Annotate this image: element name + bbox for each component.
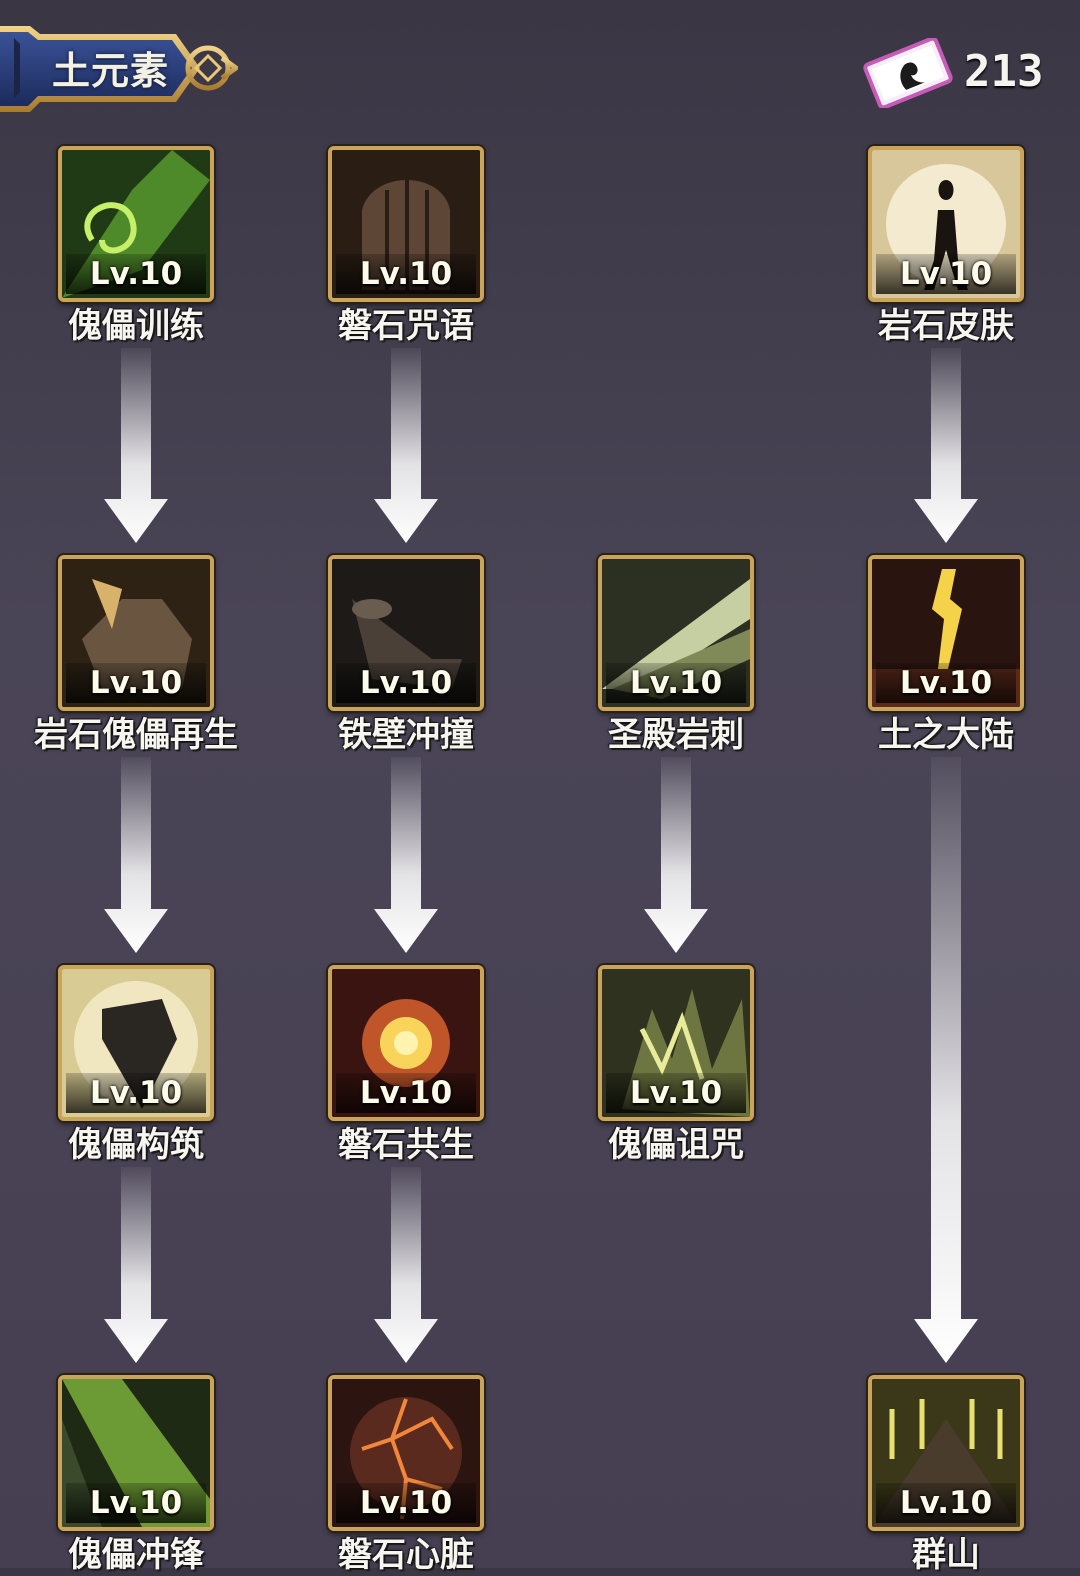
- skill-name-label: 岩石皮肤: [878, 306, 1014, 346]
- prerequisite-arrow: [104, 348, 168, 543]
- skill-level-label: Lv.10: [606, 663, 746, 703]
- skill-scroll-icon: [863, 38, 953, 108]
- skill-node-golem-curse[interactable]: Lv.10 傀儡诅咒: [598, 965, 754, 1165]
- skill-level-label: Lv.10: [876, 663, 1016, 703]
- skill-node-golem-construct[interactable]: Lv.10 傀儡构筑: [58, 965, 214, 1165]
- skill-icon-frame[interactable]: Lv.10: [598, 555, 754, 711]
- skill-icon-frame[interactable]: Lv.10: [58, 555, 214, 711]
- skill-name-label: 岩石傀儡再生: [34, 715, 238, 755]
- prerequisite-arrow: [104, 757, 168, 953]
- skill-name-label: 磐石共生: [338, 1125, 474, 1165]
- prerequisite-arrow: [374, 1167, 438, 1363]
- skill-name-label: 磐石咒语: [338, 306, 474, 346]
- skill-node-boulder-symbiosis[interactable]: Lv.10 磐石共生: [328, 965, 484, 1165]
- skill-level-label: Lv.10: [66, 663, 206, 703]
- skill-icon-frame[interactable]: Lv.10: [328, 555, 484, 711]
- prerequisite-arrow: [644, 757, 708, 953]
- skill-name-label: 圣殿岩刺: [608, 715, 744, 755]
- skill-icon-frame[interactable]: Lv.10: [598, 965, 754, 1121]
- skill-icon-frame[interactable]: Lv.10: [328, 965, 484, 1121]
- skill-level-label: Lv.10: [66, 254, 206, 294]
- skill-icon-frame[interactable]: Lv.10: [868, 1375, 1024, 1531]
- skill-name-label: 群山: [912, 1535, 980, 1575]
- skill-icon-frame[interactable]: Lv.10: [328, 146, 484, 302]
- skill-node-mountains[interactable]: Lv.10 群山: [868, 1375, 1024, 1575]
- skill-icon-frame[interactable]: Lv.10: [58, 965, 214, 1121]
- skill-node-boulder-chant[interactable]: Lv.10 磐石咒语: [328, 146, 484, 346]
- skill-name-label: 傀儡冲锋: [68, 1535, 204, 1575]
- skill-icon-frame[interactable]: Lv.10: [58, 1375, 214, 1531]
- skill-name-label: 傀儡训练: [68, 306, 204, 346]
- skill-name-label: 铁壁冲撞: [338, 715, 474, 755]
- skill-level-label: Lv.10: [336, 1073, 476, 1113]
- skill-node-golem-charge[interactable]: Lv.10 傀儡冲锋: [58, 1375, 214, 1575]
- skill-level-label: Lv.10: [606, 1073, 746, 1113]
- skill-name-label: 磐石心脏: [338, 1535, 474, 1575]
- category-title: 土元素: [52, 49, 170, 93]
- prerequisite-arrow: [104, 1167, 168, 1363]
- skill-node-rock-golem-regen[interactable]: Lv.10 岩石傀儡再生: [34, 555, 238, 755]
- skill-name-label: 土之大陆: [878, 715, 1014, 755]
- skill-node-golem-training[interactable]: Lv.10 傀儡训练: [58, 146, 214, 346]
- skill-icon-frame[interactable]: Lv.10: [328, 1375, 484, 1531]
- skill-icon-frame[interactable]: Lv.10: [868, 146, 1024, 302]
- skill-icon-frame[interactable]: Lv.10: [58, 146, 214, 302]
- skill-name-label: 傀儡构筑: [68, 1125, 204, 1165]
- skill-point-counter: 213: [860, 38, 1060, 108]
- prerequisite-arrow: [914, 348, 978, 543]
- skill-level-label: Lv.10: [66, 1073, 206, 1113]
- skill-node-boulder-heart[interactable]: Lv.10 磐石心脏: [328, 1375, 484, 1575]
- skill-level-label: Lv.10: [336, 254, 476, 294]
- prerequisite-arrow: [914, 757, 978, 1363]
- skill-node-earth-continent[interactable]: Lv.10 土之大陆: [868, 555, 1024, 755]
- skill-node-temple-rock-spike[interactable]: Lv.10 圣殿岩刺: [598, 555, 754, 755]
- skill-level-label: Lv.10: [876, 1483, 1016, 1523]
- skill-icon-frame[interactable]: Lv.10: [868, 555, 1024, 711]
- skill-point-value: 213: [964, 46, 1044, 97]
- skill-level-label: Lv.10: [336, 663, 476, 703]
- skill-name-label: 傀儡诅咒: [608, 1125, 744, 1165]
- prerequisite-arrow: [374, 348, 438, 543]
- skill-node-rock-skin[interactable]: Lv.10 岩石皮肤: [868, 146, 1024, 346]
- skill-node-iron-wall-charge[interactable]: Lv.10 铁壁冲撞: [328, 555, 484, 755]
- prerequisite-arrow: [374, 757, 438, 953]
- skill-level-label: Lv.10: [336, 1483, 476, 1523]
- skill-level-label: Lv.10: [876, 254, 1016, 294]
- skill-level-label: Lv.10: [66, 1483, 206, 1523]
